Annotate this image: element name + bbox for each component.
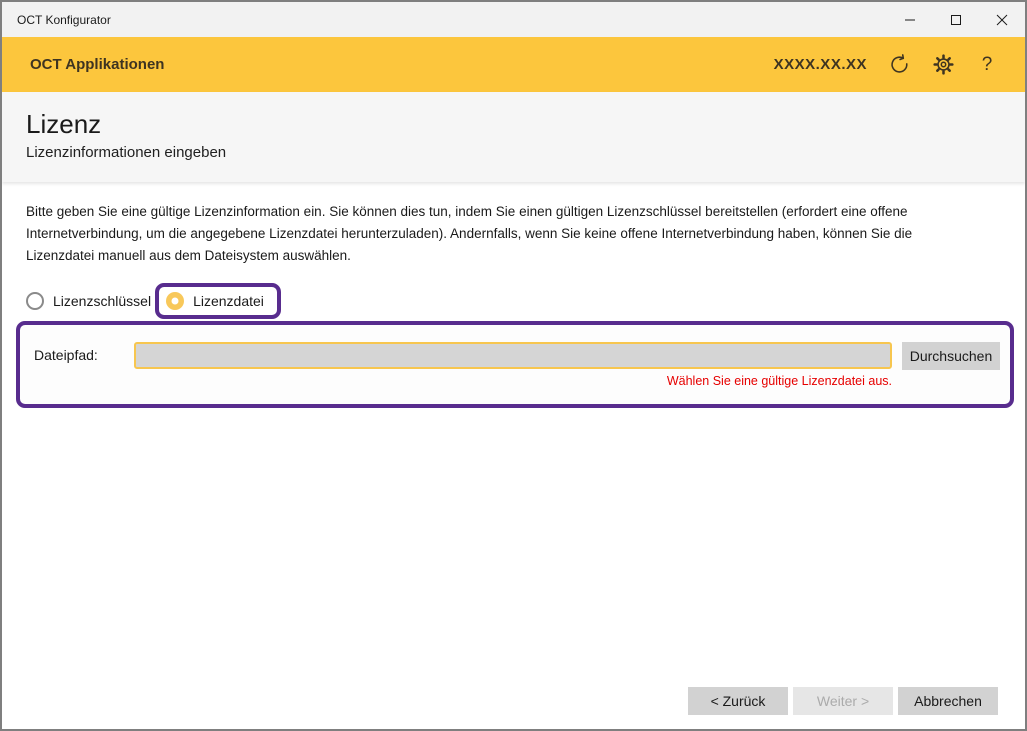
minimize-icon [904,14,916,26]
filepath-input[interactable] [134,342,892,369]
filepath-label: Dateipfad: [34,342,134,369]
radio-lizenzdatei-label: Lizenzdatei [193,293,264,309]
next-button[interactable]: Weiter > [793,687,893,715]
radio-lizenzdatei[interactable]: Lizenzdatei [166,292,264,310]
refresh-icon[interactable] [887,53,911,77]
window-controls [887,2,1025,37]
cancel-button[interactable]: Abbrechen [898,687,998,715]
minimize-button[interactable] [887,2,933,37]
page-subtitle: Lizenzinformationen eingeben [26,144,1001,161]
titlebar: OCT Konfigurator [2,2,1025,37]
version-label: XXXX.XX.XX [774,56,867,73]
page-title: Lizenz [26,108,1001,140]
radio-lizenzschluessel-label: Lizenzschlüssel [53,293,151,309]
wizard-footer: < Zurück Weiter > Abbrechen [688,687,998,715]
app-header: OCT Applikationen XXXX.XX.XX [2,37,1025,92]
window-title: OCT Konfigurator [2,13,887,27]
radio-lizenzschluessel[interactable]: Lizenzschlüssel [26,292,151,310]
close-icon [996,14,1008,26]
radio-unchecked-icon [26,292,44,310]
app-title: OCT Applikationen [30,56,774,73]
close-button[interactable] [979,2,1025,37]
main-content: Bitte geben Sie eine gültige Lizenzinfor… [2,182,1025,408]
intro-line-3: Lizenzdatei manuell aus dem Dateisystem … [26,245,1001,267]
intro-line-2: Internetverbindung, um die angegebene Li… [26,223,1001,245]
maximize-button[interactable] [933,2,979,37]
selected-radio-highlight: Lizenzdatei [155,283,281,319]
license-mode-radio-group: Lizenzschlüssel Lizenzdatei [26,283,1001,319]
file-path-groupbox: Dateipfad: Wählen Sie eine gültige Lizen… [16,321,1014,408]
browse-button[interactable]: Durchsuchen [902,342,1000,370]
help-icon[interactable]: ? [975,53,999,77]
page-header: Lizenz Lizenzinformationen eingeben [2,92,1025,182]
app-window: OCT Konfigurator OCT Applikationen X [0,0,1027,731]
radio-checked-icon [166,292,184,310]
intro-text: Bitte geben Sie eine gültige Lizenzinfor… [26,201,1001,267]
back-button[interactable]: < Zurück [688,687,788,715]
validation-message: Wählen Sie eine gültige Lizenzdatei aus. [134,374,892,388]
filepath-input-column: Wählen Sie eine gültige Lizenzdatei aus. [134,342,892,388]
intro-line-1: Bitte geben Sie eine gültige Lizenzinfor… [26,201,1001,223]
file-path-row: Dateipfad: Wählen Sie eine gültige Lizen… [34,342,1000,388]
maximize-icon [950,14,962,26]
settings-gear-icon[interactable] [931,53,955,77]
app-header-actions: XXXX.XX.XX [774,53,999,77]
